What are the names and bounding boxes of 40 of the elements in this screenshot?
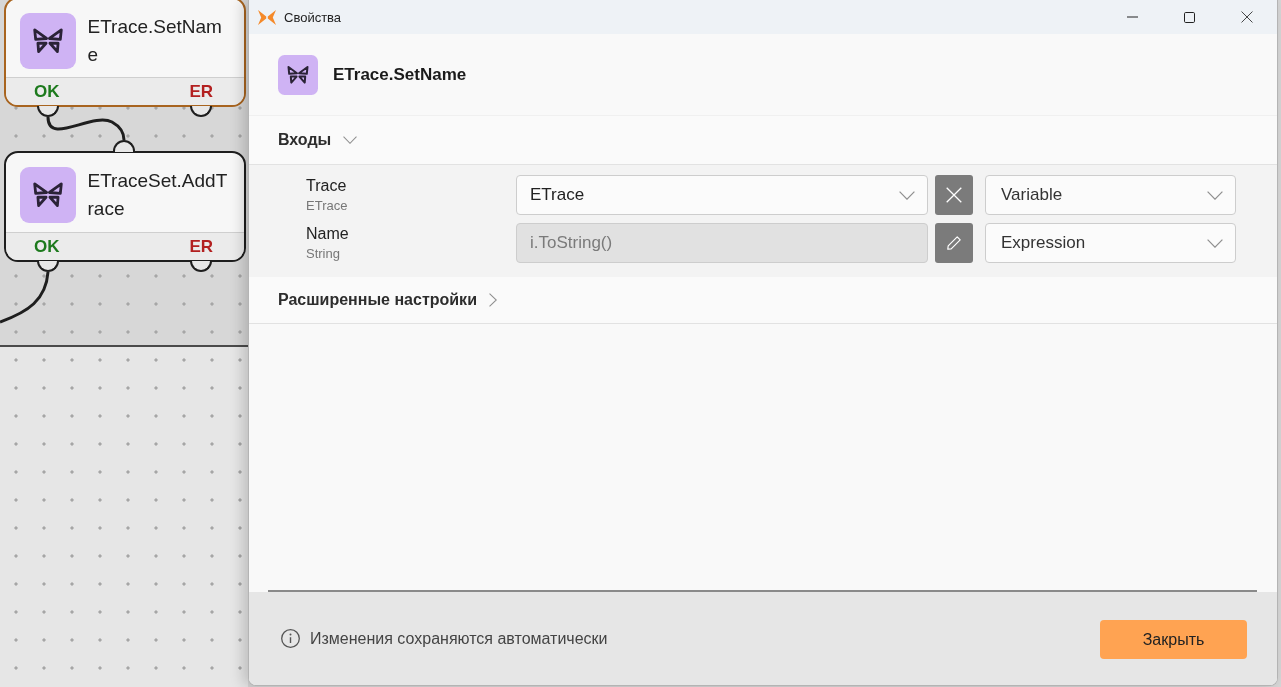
node-title: ETraceSet.AddT race (87, 168, 228, 221)
chevron-down-icon (899, 190, 915, 200)
error-port-label: ER (189, 236, 213, 257)
butterfly-icon (19, 12, 76, 69)
type-label: ETrace (306, 197, 348, 214)
ok-port-label: OK (34, 236, 60, 257)
flow-node[interactable]: ETraceSet.AddT race OK ER (4, 151, 246, 262)
butterfly-icon (19, 166, 76, 223)
dialog-heading: ETrace.SetName (333, 64, 467, 85)
port-icon[interactable] (190, 106, 212, 117)
port-icon[interactable] (37, 106, 59, 117)
type-label: String (306, 245, 340, 262)
pencil-icon (947, 236, 961, 250)
mode-dropdown[interactable]: Variable (985, 175, 1236, 215)
clear-button[interactable] (935, 175, 973, 215)
butterfly-icon (278, 54, 318, 95)
chevron-down-icon (1207, 190, 1223, 200)
port-icon[interactable] (190, 261, 212, 272)
autosave-note: Изменения сохраняются автоматически (310, 629, 608, 648)
edit-button[interactable] (935, 223, 973, 263)
close-icon (1240, 11, 1253, 23)
field-label: Name (306, 224, 349, 243)
section-header[interactable]: Входы (278, 131, 358, 149)
maximize-icon (1184, 11, 1195, 23)
chevron-down-icon (1207, 238, 1223, 248)
error-port-label: ER (189, 81, 213, 102)
port-icon[interactable] (37, 261, 59, 272)
section-header[interactable]: Расширенные настройки (278, 291, 497, 309)
ok-port-label: OK (34, 81, 60, 102)
connector (0, 271, 50, 324)
cross-icon (946, 187, 962, 203)
field-label: Trace (306, 176, 347, 195)
node-title: ETrace.SetNam e (87, 14, 222, 67)
butterfly-icon (258, 9, 276, 25)
flow-node[interactable]: ETrace.SetNam e OK ER (4, 0, 246, 107)
minimize-icon (1127, 16, 1138, 18)
close-button[interactable]: Закрыть (1100, 620, 1247, 659)
info-icon (281, 629, 300, 648)
window-title: Свойства (284, 9, 342, 25)
value-dropdown[interactable]: ETrace (516, 175, 928, 215)
